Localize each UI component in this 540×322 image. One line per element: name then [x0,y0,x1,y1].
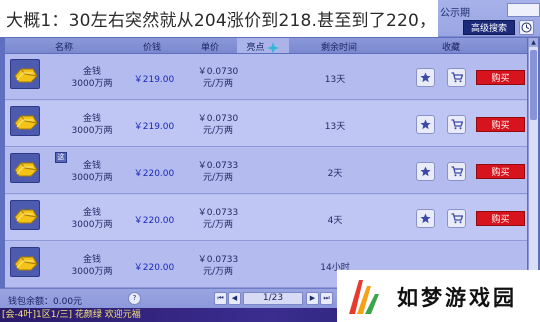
item-unit-price: ￥0.0733 元/万两 [191,254,245,278]
col-bright-label: 亮点 [246,43,265,53]
page-indicator[interactable]: 1/23 [243,292,303,305]
gold-ingot-icon [10,200,40,230]
favorite-button[interactable] [416,162,435,181]
item-name: 金钱 3000万两 [67,207,117,231]
advanced-search-button[interactable]: 高级搜索 [463,20,515,35]
unit-price-unit: 元/万两 [202,126,234,136]
sparkle-icon [267,41,280,54]
col-name[interactable]: 名称 [55,40,73,53]
col-favorite: 收藏 [442,43,461,53]
scroll-thumb[interactable] [530,50,537,120]
gold-ingot-icon [10,153,40,183]
clock-icon [521,22,532,33]
table-row[interactable]: 金钱 3000万两 ￥220.00 ￥0.0733 元/万两 4天 购买 [5,195,527,241]
cart-icon [451,213,463,224]
item-name-label: 金钱 [82,114,101,124]
add-to-cart-button[interactable] [447,162,466,181]
item-quantity: 3000万两 [71,267,113,277]
first-page-button[interactable]: ⏮ [214,292,227,305]
unit-price-value: ￥0.0730 [197,114,239,124]
watermark-text: 如梦游戏园 [397,286,517,310]
last-page-button[interactable]: ⏭ [320,292,333,305]
buy-button[interactable]: 购买 [476,117,525,132]
item-name: 金钱 3000万两 [67,160,117,184]
unit-price-unit: 元/万两 [202,173,234,183]
item-unit-price: ￥0.0730 元/万两 [191,66,245,90]
listing-table: 金钱 3000万两 ￥219.00 ￥0.0730 元/万两 13天 购买 金钱… [5,54,527,288]
item-name-label: 金钱 [82,161,101,171]
add-to-cart-button[interactable] [447,68,466,87]
table-row[interactable]: 金钱 3000万两 ￥219.00 ￥0.0730 元/万两 13天 购买 [5,54,527,100]
favorite-button[interactable] [416,68,435,87]
table-row[interactable]: 这 金钱 3000万两 ￥220.00 ￥0.0733 元/万两 2天 购买 [5,148,527,194]
favorite-button[interactable] [416,115,435,134]
col-unit-price[interactable]: 单价 [201,40,219,53]
watermark-logo-icon [349,280,379,314]
site-watermark: 如梦游戏园 [337,270,540,322]
help-button[interactable]: ? [128,292,141,305]
unit-price-unit: 元/万两 [202,267,234,277]
seller-badge: 这 [55,152,67,163]
item-name-label: 金钱 [82,208,101,218]
caption-text: 大概1：30左右突然就从204涨价到218.甚至到了220， [0,0,438,37]
star-icon [420,213,431,224]
unit-price-value: ￥0.0730 [197,67,239,77]
item-unit-price: ￥0.0730 元/万两 [191,113,245,137]
gold-ingot-icon [10,247,40,277]
col-price[interactable]: 价钱 [143,40,161,53]
table-header: 名称 价钱 单价 亮点 剩余时间 收藏 [5,38,527,54]
buy-button[interactable]: 购买 [476,211,525,226]
item-name: 金钱 3000万两 [67,113,117,137]
item-price: ￥220.00 [133,216,175,226]
table-row[interactable]: 金钱 3000万两 ￥219.00 ￥0.0730 元/万两 13天 购买 [5,101,527,147]
item-price: ￥220.00 [133,169,175,179]
item-price: ￥220.00 [133,263,175,273]
item-unit-price: ￥0.0733 元/万两 [191,207,245,231]
cart-icon [451,72,463,83]
table-scrollbar[interactable]: ▲ ▼ [528,38,538,288]
unit-price-value: ￥0.0733 [197,161,239,171]
item-quantity: 3000万两 [71,220,113,230]
unit-price-unit: 元/万两 [202,220,234,230]
scroll-up-arrow-icon[interactable]: ▲ [529,38,538,47]
star-icon [420,119,431,130]
item-quantity: 3000万两 [71,126,113,136]
pub-period-select[interactable] [507,3,540,17]
buy-button[interactable]: 购买 [476,70,525,85]
col-bright[interactable]: 亮点 [237,38,289,54]
add-to-cart-button[interactable] [447,115,466,134]
item-quantity: 3000万两 [71,79,113,89]
cart-icon [451,119,463,130]
refresh-timer-button[interactable] [519,20,534,35]
item-price: ￥219.00 [133,75,175,85]
favorite-button[interactable] [416,209,435,228]
item-remaining-time: 13天 [324,122,346,132]
item-remaining-time: 4天 [327,216,343,226]
col-remaining[interactable]: 剩余时间 [321,40,357,53]
item-unit-price: ￥0.0733 元/万两 [191,160,245,184]
item-name-label: 金钱 [82,255,101,265]
item-name: 金钱 3000万两 [67,254,117,278]
unit-price-value: ￥0.0733 [197,208,239,218]
wallet-balance: 钱包余额：0.00元 [8,297,83,307]
item-quantity: 3000万两 [71,173,113,183]
buy-button[interactable]: 购买 [476,164,525,179]
gold-ingot-icon [10,59,40,89]
gold-ingot-icon [10,106,40,136]
star-icon [420,166,431,177]
item-name-label: 金钱 [82,67,101,77]
item-remaining-time: 13天 [324,75,346,85]
item-remaining-time: 2天 [327,169,343,179]
star-icon [420,72,431,83]
item-price: ￥219.00 [133,122,175,132]
cart-icon [451,166,463,177]
unit-price-value: ￥0.0733 [197,255,239,265]
next-page-button[interactable]: ▶ [306,292,319,305]
prev-page-button[interactable]: ◀ [228,292,241,305]
item-name: 金钱 3000万两 [67,66,117,90]
unit-price-unit: 元/万两 [202,79,234,89]
add-to-cart-button[interactable] [447,209,466,228]
pub-period-label: 公示期 [440,8,470,19]
